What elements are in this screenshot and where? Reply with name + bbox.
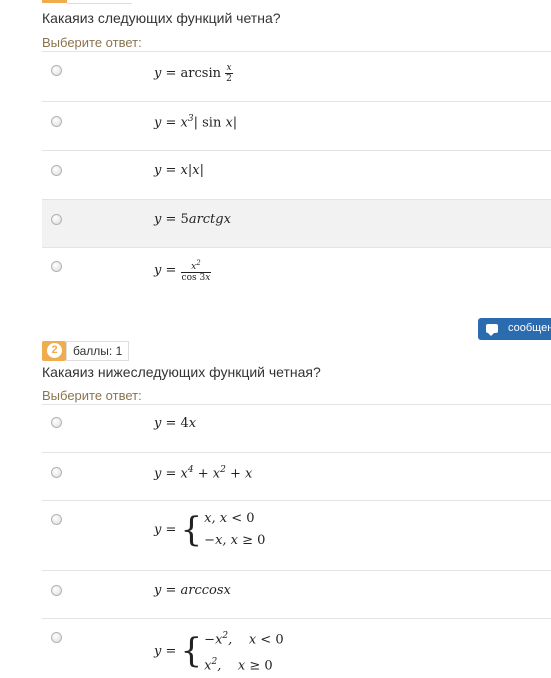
message-button-label: сообщен (508, 322, 551, 334)
chat-icon (486, 324, 498, 336)
message-button[interactable]: сообщен (478, 318, 551, 340)
radio-button[interactable] (51, 165, 62, 176)
question-1-prompt: Выберите ответ: (42, 35, 142, 50)
question-1-option-3[interactable]: y = x|x| (42, 150, 551, 199)
radio-button[interactable] (51, 467, 62, 478)
radio-button[interactable] (51, 585, 62, 596)
formula: y = x3| sin x| (154, 114, 238, 131)
formula: y = x2 cos 3x (154, 259, 212, 283)
formula: y = arcsin x2 (154, 63, 233, 84)
formula: y = {x, x < 0 −x, x ≥ 0 (154, 510, 266, 550)
question-1-option-4[interactable]: y = 5arctgx (42, 199, 551, 247)
radio-button[interactable] (51, 514, 62, 525)
formula: y = 5arctgx (154, 212, 231, 227)
formula: y = x4 + x2 + x (154, 465, 253, 482)
formula: y = arccosx (154, 583, 231, 598)
question-2-option-5[interactable]: y = {−x2, x < 0 x2, x ≥ 0 (42, 618, 551, 676)
formula: y = x|x| (154, 163, 204, 178)
question-1-option-5[interactable]: y = x2 cos 3x (42, 247, 551, 298)
question-1-text: Какаяиз следующих функций четна? (42, 10, 281, 26)
question-1-option-1[interactable]: y = arcsin x2 (42, 51, 551, 101)
formula: y = 4x (154, 416, 197, 431)
question-1-options: y = arcsin x2 y = x3| sin x| y = x|x| y … (42, 51, 551, 298)
question-2-option-3[interactable]: y = {x, x < 0 −x, x ≥ 0 (42, 500, 551, 570)
question-2-option-1[interactable]: y = 4x (42, 404, 551, 452)
formula: y = {−x2, x < 0 x2, x ≥ 0 (154, 631, 284, 674)
radio-button[interactable] (51, 632, 62, 643)
radio-button[interactable] (51, 214, 62, 225)
radio-button[interactable] (51, 417, 62, 428)
question-2-option-2[interactable]: y = x4 + x2 + x (42, 452, 551, 500)
question-number-badge: 2 (42, 341, 66, 361)
question-2-prompt: Выберите ответ: (42, 388, 142, 403)
question-2-text: Какаяиз нижеследующих функций четная? (42, 364, 321, 380)
question-2-options: y = 4x y = x4 + x2 + x y = {x, x < 0 −x, … (42, 404, 551, 676)
question-2-option-4[interactable]: y = arccosx (42, 570, 551, 618)
previous-question-header (42, 0, 132, 4)
radio-button[interactable] (51, 261, 62, 272)
points-label: баллы: 1 (66, 341, 130, 361)
radio-button[interactable] (51, 116, 62, 127)
question-1-option-2[interactable]: y = x3| sin x| (42, 101, 551, 150)
radio-button[interactable] (51, 65, 62, 76)
